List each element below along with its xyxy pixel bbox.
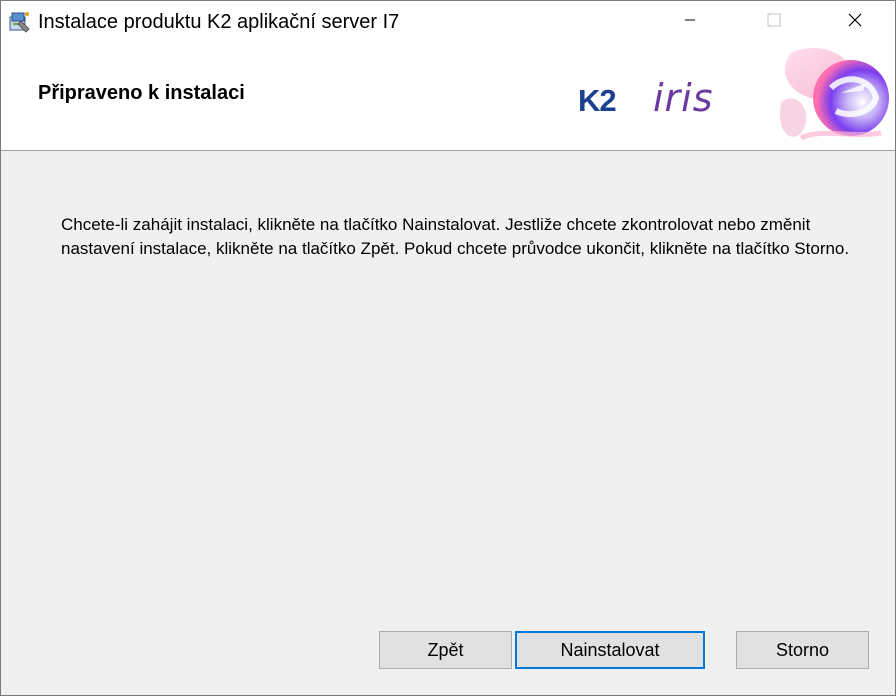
window-title: Instalace produktu K2 aplikační server I… [38,11,400,33]
maximize-button [746,1,802,43]
install-button[interactable]: Nainstalovat [515,631,705,669]
installer-app-icon[interactable] [7,10,31,34]
minimize-icon [684,13,696,31]
instruction-text: Chcete-li zahájit instalaci, klikněte na… [61,215,850,258]
close-button[interactable] [827,1,883,43]
decorative-graphic [771,43,895,150]
minimize-button[interactable] [662,1,718,43]
cancel-button[interactable]: Storno [736,631,869,669]
k2-logo: K2 [578,83,617,118]
maximize-icon [767,13,781,32]
back-button[interactable]: Zpět [379,631,512,669]
header-banner: Připraveno k instalaci K2 iris [1,43,895,151]
title-bar[interactable]: Instalace produktu K2 aplikační server I… [1,1,895,43]
page-title: Připraveno k instalaci [38,82,245,104]
close-icon [847,12,863,33]
iris-logo: iris [653,76,714,120]
installer-window: Instalace produktu K2 aplikační server I… [0,0,896,696]
